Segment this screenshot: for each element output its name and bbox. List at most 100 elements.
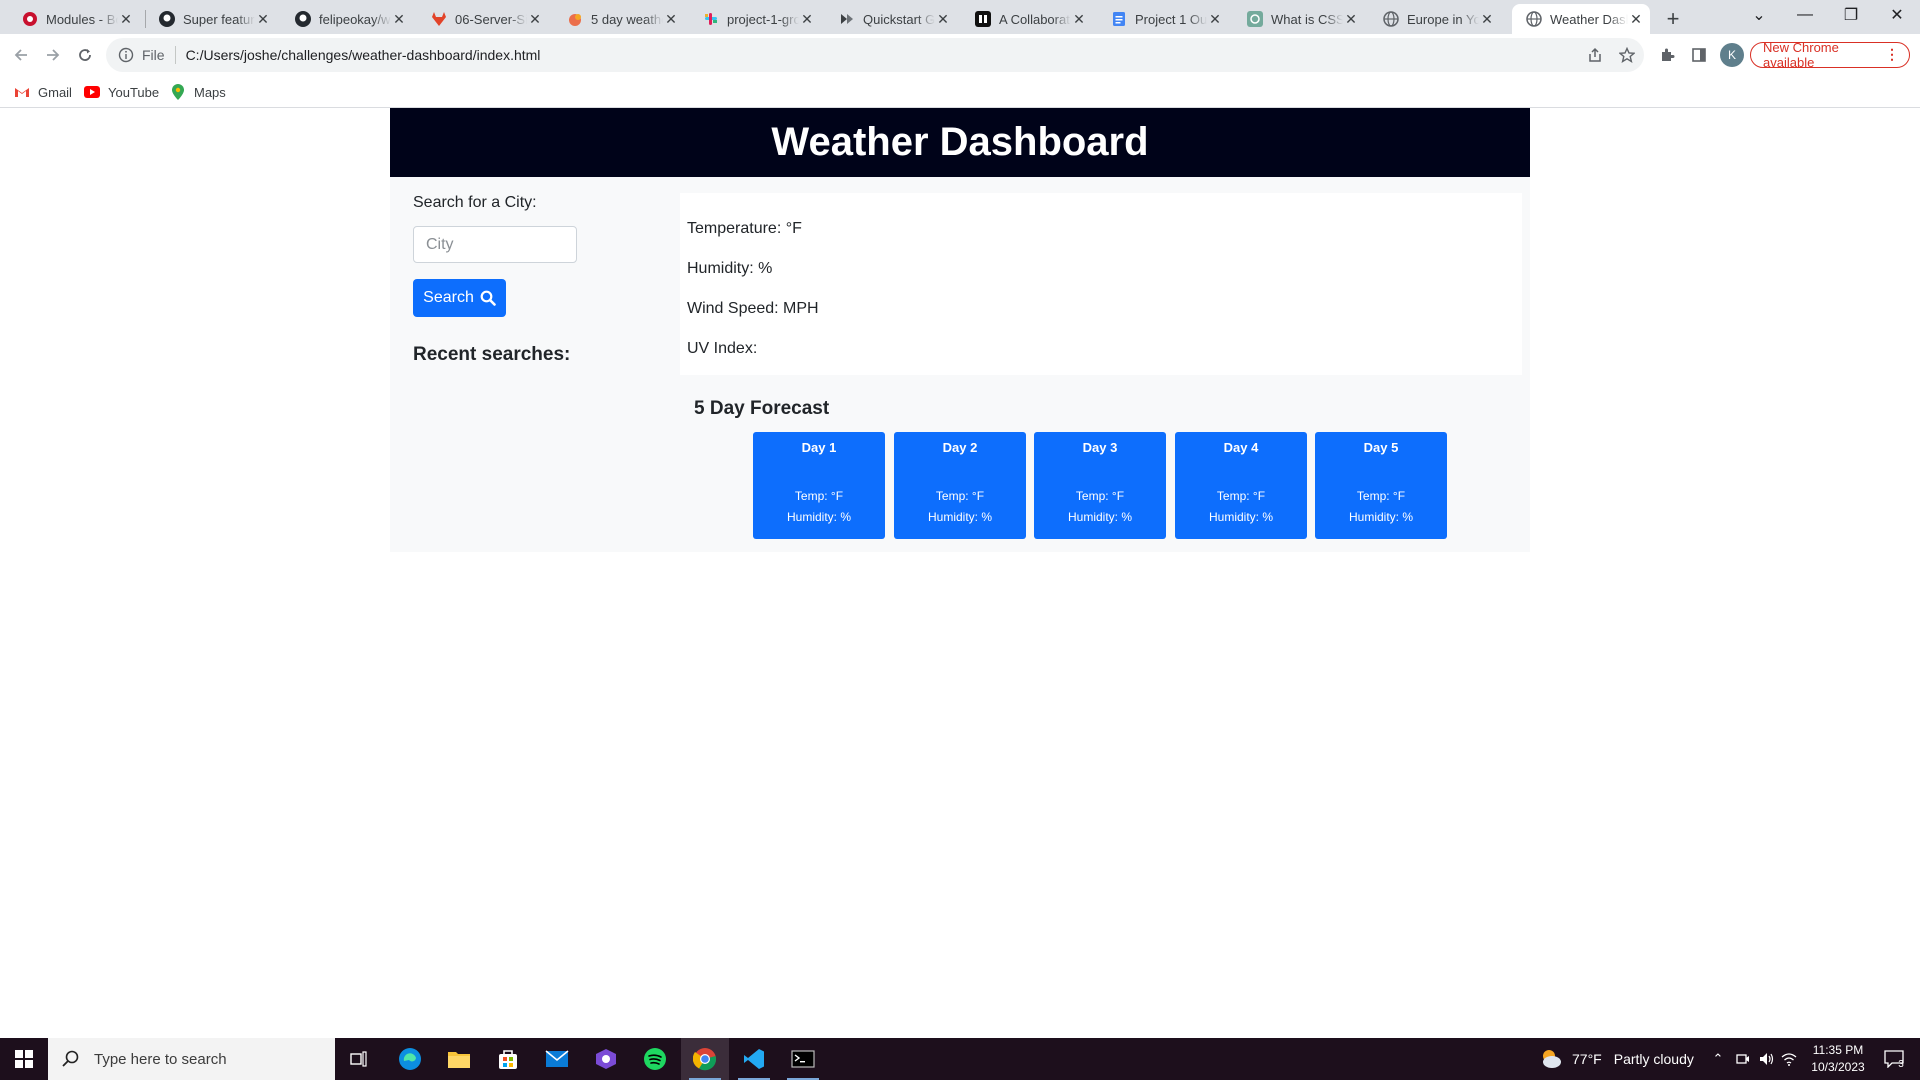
new-tab-button[interactable]: + bbox=[1659, 5, 1687, 33]
close-icon[interactable]: ✕ bbox=[527, 11, 543, 27]
task-view-icon[interactable] bbox=[335, 1038, 383, 1080]
weather-temp: 77°F bbox=[1572, 1051, 1602, 1067]
forecast-temp: Temp: °F bbox=[935, 489, 985, 503]
profile-avatar[interactable]: K bbox=[1720, 43, 1744, 67]
forecast-humidity: Humidity: % bbox=[1348, 510, 1413, 524]
close-icon[interactable]: ✕ bbox=[663, 11, 679, 27]
weather-dashboard: Weather Dashboard Search for a City: Sea… bbox=[390, 108, 1530, 552]
start-button[interactable] bbox=[0, 1038, 48, 1080]
tab-5day-weather[interactable]: 5 day weathe ✕ bbox=[549, 4, 685, 34]
tab-strip: Modules - Bo ✕ Super feature ✕ felipeoka… bbox=[0, 0, 1920, 34]
extensions-icon[interactable] bbox=[1652, 40, 1682, 70]
minimize-button[interactable]: — bbox=[1782, 0, 1828, 30]
clipchamp-icon[interactable] bbox=[582, 1038, 630, 1080]
side-panel-icon[interactable] bbox=[1684, 40, 1714, 70]
taskbar-search[interactable]: Type here to search bbox=[48, 1038, 335, 1080]
close-icon[interactable]: ✕ bbox=[1628, 11, 1644, 27]
page-title: Weather Dashboard bbox=[390, 108, 1530, 177]
tab-title: 5 day weathe bbox=[591, 11, 663, 27]
bookmark-youtube[interactable]: YouTube bbox=[84, 82, 159, 102]
volume-icon[interactable] bbox=[1755, 1038, 1779, 1080]
close-icon[interactable]: ✕ bbox=[1071, 11, 1087, 27]
edge-icon[interactable] bbox=[386, 1038, 434, 1080]
close-icon[interactable]: ✕ bbox=[1207, 11, 1223, 27]
store-icon[interactable] bbox=[484, 1038, 532, 1080]
bookmark-maps[interactable]: Maps bbox=[170, 82, 226, 102]
close-icon[interactable]: ✕ bbox=[799, 11, 815, 27]
close-icon[interactable]: ✕ bbox=[935, 11, 951, 27]
forecast-humidity: Humidity: % bbox=[786, 510, 851, 524]
quickstart-icon bbox=[839, 11, 855, 27]
tab-europe[interactable]: Europe in You ✕ bbox=[1365, 4, 1501, 34]
chrome-update-button[interactable]: New Chrome available ⋮ bbox=[1750, 40, 1910, 70]
github-icon bbox=[159, 11, 175, 27]
tab-modules[interactable]: Modules - Bo ✕ bbox=[4, 4, 140, 34]
close-icon[interactable]: ✕ bbox=[1479, 11, 1495, 27]
search-icon bbox=[62, 1050, 79, 1067]
close-icon[interactable]: ✕ bbox=[391, 11, 407, 27]
tab-title: What is CSS? bbox=[1271, 11, 1343, 27]
wifi-icon[interactable] bbox=[1778, 1038, 1800, 1080]
menu-dots-icon: ⋮ bbox=[1885, 46, 1899, 62]
globe-icon bbox=[1526, 11, 1542, 27]
close-window-button[interactable]: ✕ bbox=[1874, 0, 1920, 30]
forecast-day: Day 1 bbox=[801, 440, 837, 455]
vscode-icon[interactable] bbox=[730, 1038, 778, 1080]
arrow-left-icon bbox=[14, 49, 27, 61]
tab-title: A Collaborati bbox=[999, 11, 1071, 27]
city-search-input[interactable] bbox=[413, 226, 577, 263]
tab-title: Super feature bbox=[183, 11, 255, 27]
mail-icon[interactable] bbox=[533, 1038, 581, 1080]
tab-title: Project 1 Out bbox=[1135, 11, 1207, 27]
forecast-temp: Temp: °F bbox=[1075, 489, 1125, 503]
page-viewport: Weather Dashboard Search for a City: Sea… bbox=[0, 108, 1920, 1038]
meet-now-icon[interactable] bbox=[1731, 1038, 1755, 1080]
chrome-taskbar-icon[interactable] bbox=[681, 1038, 729, 1080]
file-explorer-icon[interactable] bbox=[435, 1038, 483, 1080]
bookmark-star-icon[interactable] bbox=[1612, 40, 1642, 70]
maps-pin-icon bbox=[170, 84, 186, 100]
restore-button[interactable]: ❐ bbox=[1828, 0, 1874, 30]
tab-project-outline[interactable]: Project 1 Out ✕ bbox=[1093, 4, 1229, 34]
url-text[interactable]: C:/Users/joshe/challenges/weather-dashbo… bbox=[186, 47, 541, 63]
tab-what-is-css[interactable]: What is CSS? ✕ bbox=[1229, 4, 1365, 34]
gmail-icon bbox=[14, 84, 30, 100]
notifications-button[interactable]: 3 bbox=[1872, 1038, 1916, 1080]
tab-title: project-1-gro bbox=[727, 11, 799, 27]
youtube-icon bbox=[84, 84, 100, 100]
chevron-up-icon[interactable]: ⌃ bbox=[1706, 1038, 1730, 1080]
tab-collaboration[interactable]: A Collaborati ✕ bbox=[957, 4, 1093, 34]
tab-title: felipeokay/we bbox=[319, 11, 391, 27]
terminal-icon[interactable] bbox=[779, 1038, 827, 1080]
gitlab-icon bbox=[431, 11, 447, 27]
close-icon[interactable]: ✕ bbox=[118, 11, 134, 27]
clock-time: 11:35 PM bbox=[1812, 1043, 1864, 1057]
docs-icon bbox=[1111, 11, 1127, 27]
reload-button[interactable] bbox=[70, 40, 100, 70]
weather-desc: Partly cloudy bbox=[1613, 1051, 1694, 1067]
forecast-heading: 5 Day Forecast bbox=[694, 398, 830, 419]
tab-title: Weather Dash bbox=[1550, 11, 1628, 27]
back-button[interactable] bbox=[6, 40, 36, 70]
search-button[interactable]: Search bbox=[413, 279, 506, 317]
forecast-day: Day 2 bbox=[942, 440, 978, 455]
search-icon bbox=[480, 290, 496, 306]
share-icon[interactable] bbox=[1580, 40, 1610, 70]
bookmark-gmail[interactable]: Gmail bbox=[14, 82, 72, 102]
address-bar[interactable]: File C:/Users/joshe/challenges/weather-d… bbox=[106, 38, 1644, 72]
forward-button[interactable] bbox=[38, 40, 68, 70]
system-clock[interactable]: 11:35 PM 10/3/2023 bbox=[1798, 1042, 1878, 1076]
close-icon[interactable]: ✕ bbox=[255, 11, 271, 27]
tab-super-feature[interactable]: Super feature ✕ bbox=[141, 4, 277, 34]
tab-weather-dashboard[interactable]: Weather Dash ✕ bbox=[1512, 4, 1650, 34]
tab-felipeokay[interactable]: felipeokay/we ✕ bbox=[277, 4, 413, 34]
tab-title: Europe in You bbox=[1407, 11, 1479, 27]
close-icon[interactable]: ✕ bbox=[1343, 11, 1359, 27]
spotify-icon[interactable] bbox=[631, 1038, 679, 1080]
tab-quickstart[interactable]: Quickstart Gu ✕ bbox=[821, 4, 957, 34]
tab-server-side[interactable]: 06-Server-Sid ✕ bbox=[413, 4, 549, 34]
taskbar-weather[interactable]: 77°F Partly cloudy bbox=[1538, 1038, 1694, 1080]
tab-project-1[interactable]: project-1-gro ✕ bbox=[685, 4, 821, 34]
forecast-card: Day 3 Temp: °F Humidity: % bbox=[1034, 432, 1166, 539]
tab-search-icon[interactable]: ⌄ bbox=[1736, 0, 1782, 30]
